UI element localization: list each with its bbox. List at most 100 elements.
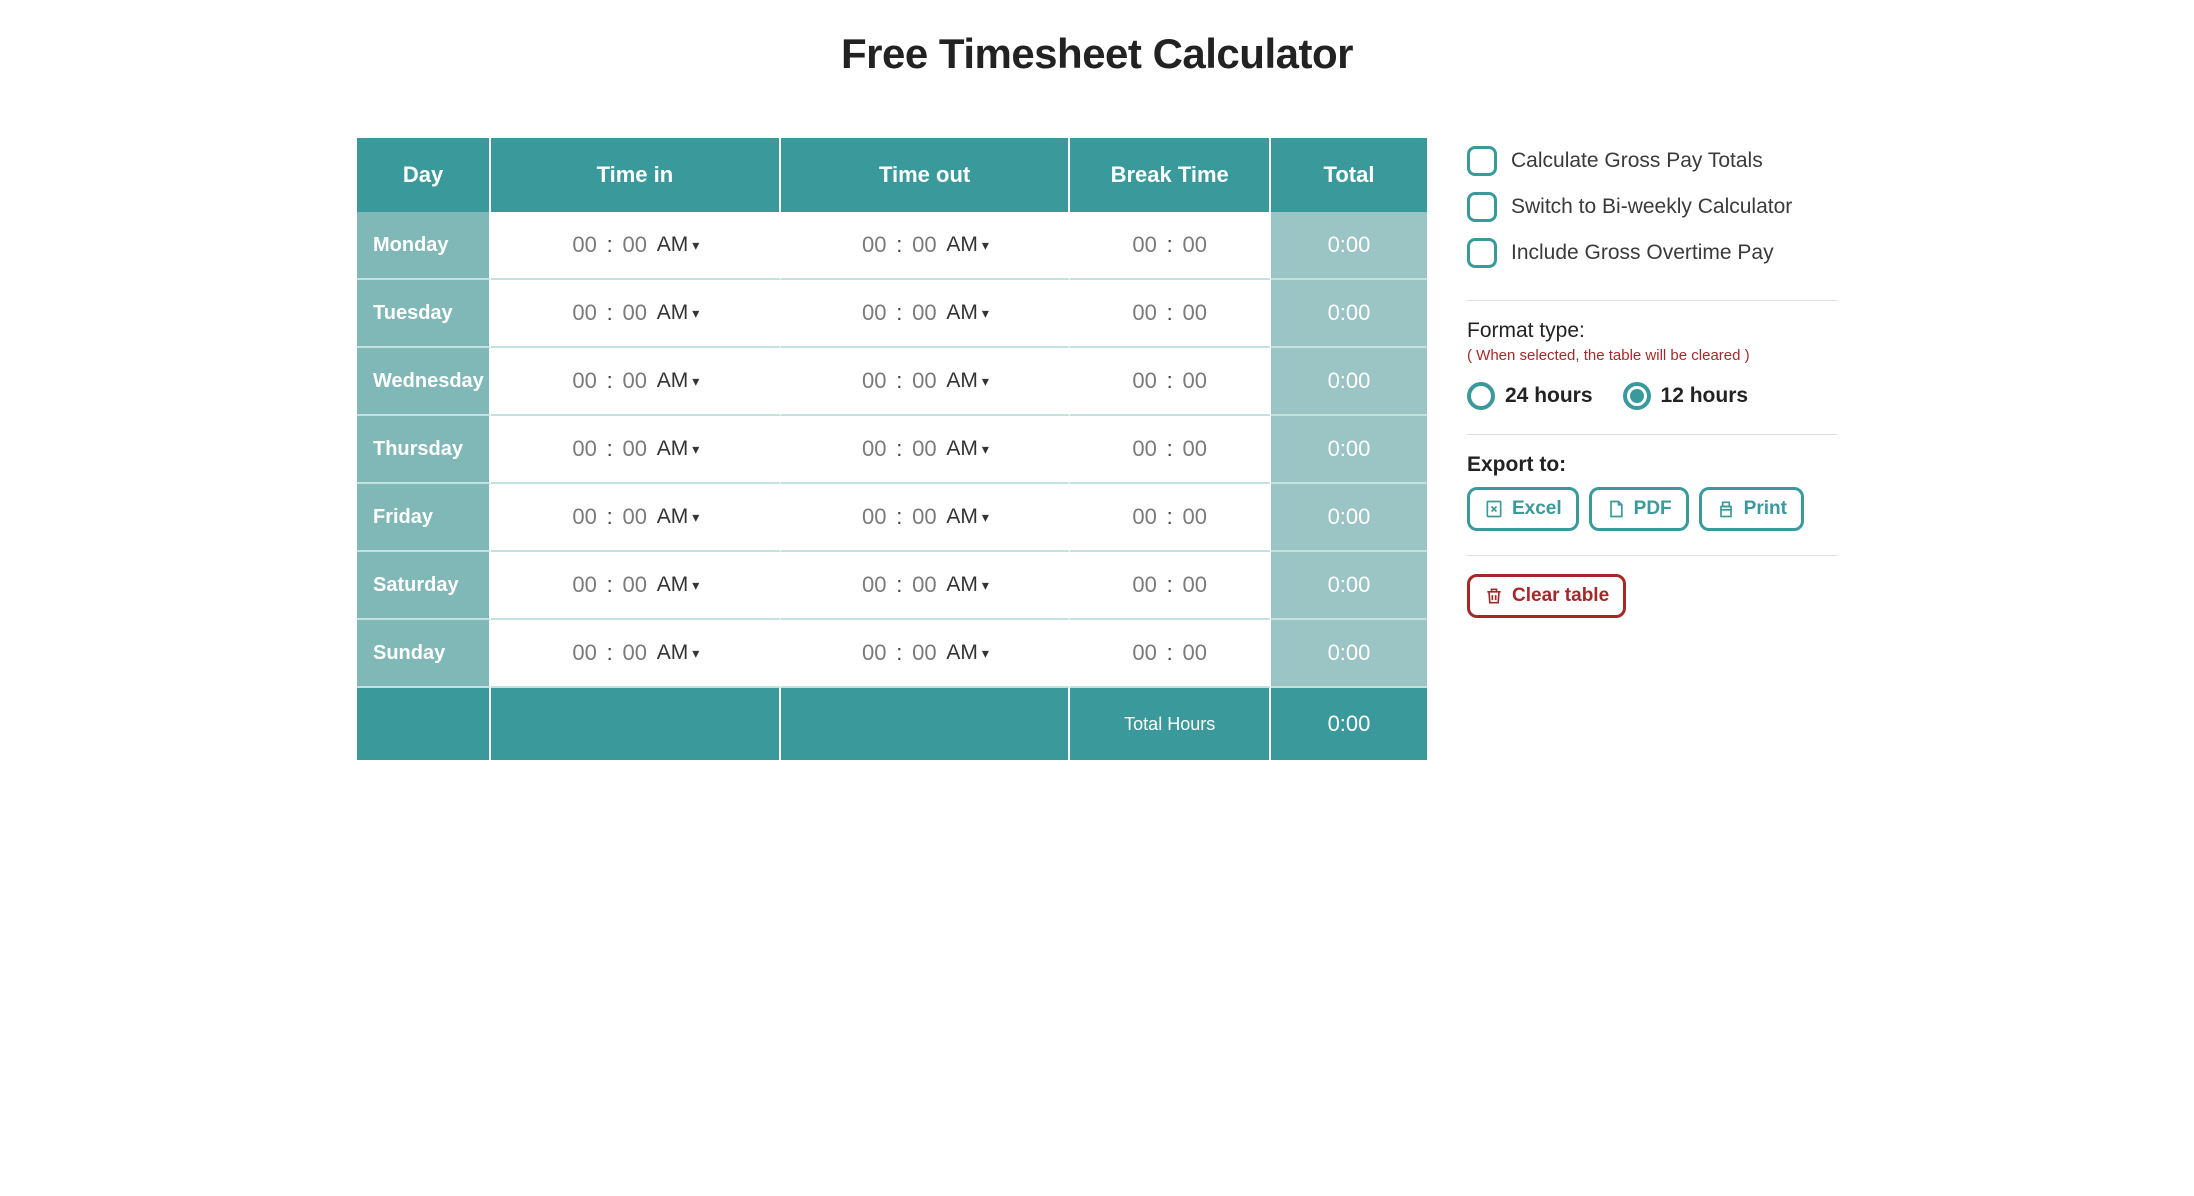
time-out-ampm-select[interactable]: AM▾ — [946, 369, 989, 393]
checkbox-overtime[interactable]: Include Gross Overtime Pay — [1467, 230, 1837, 276]
time-in-ampm-select[interactable]: AM▾ — [657, 437, 700, 461]
colon: : — [1167, 572, 1173, 598]
time-out-hour[interactable]: 00 — [860, 368, 888, 394]
break-minute[interactable]: 00 — [1181, 368, 1209, 394]
break-hour[interactable]: 00 — [1131, 436, 1159, 462]
time-in-ampm-select[interactable]: AM▾ — [657, 301, 700, 325]
radio-24-hours[interactable]: 24 hours — [1467, 382, 1593, 410]
time-out-hour[interactable]: 00 — [860, 504, 888, 530]
time-in-ampm-select[interactable]: AM▾ — [657, 641, 700, 665]
time-in-minute[interactable]: 00 — [621, 300, 649, 326]
divider — [1467, 555, 1837, 556]
time-out-minute[interactable]: 00 — [910, 368, 938, 394]
time-out-ampm-select[interactable]: AM▾ — [946, 641, 989, 665]
time-out-ampm-select[interactable]: AM▾ — [946, 301, 989, 325]
export-excel-button[interactable]: Excel — [1467, 487, 1579, 531]
break-cell: 00:00 — [1070, 212, 1271, 280]
time-out-cell: 00:00AM▾ — [781, 212, 1071, 280]
time-in-minute[interactable]: 00 — [621, 504, 649, 530]
radio-icon — [1467, 382, 1495, 410]
day-name: Monday — [357, 212, 491, 280]
chevron-down-icon: ▾ — [692, 645, 699, 662]
time-out-ampm-select[interactable]: AM▾ — [946, 505, 989, 529]
break-minute[interactable]: 00 — [1181, 436, 1209, 462]
pdf-icon — [1606, 499, 1626, 519]
time-out-hour[interactable]: 00 — [860, 436, 888, 462]
break-hour[interactable]: 00 — [1131, 300, 1159, 326]
time-in-minute[interactable]: 00 — [621, 436, 649, 462]
break-minute[interactable]: 00 — [1181, 232, 1209, 258]
time-in-cell: 00:00AM▾ — [491, 620, 781, 688]
time-out-hour[interactable]: 00 — [860, 232, 888, 258]
button-label: Print — [1744, 498, 1787, 520]
colon: : — [607, 300, 613, 326]
time-in-ampm-select[interactable]: AM▾ — [657, 573, 700, 597]
checkbox-biweekly[interactable]: Switch to Bi-weekly Calculator — [1467, 184, 1837, 230]
time-in-minute[interactable]: 00 — [621, 368, 649, 394]
break-cell: 00:00 — [1070, 620, 1271, 688]
break-cell: 00:00 — [1070, 484, 1271, 552]
time-out-minute[interactable]: 00 — [910, 232, 938, 258]
divider — [1467, 434, 1837, 435]
time-out-ampm-select[interactable]: AM▾ — [946, 573, 989, 597]
time-in-hour[interactable]: 00 — [571, 572, 599, 598]
colon: : — [607, 504, 613, 530]
time-out-minute[interactable]: 00 — [910, 572, 938, 598]
time-in-minute[interactable]: 00 — [621, 232, 649, 258]
break-hour[interactable]: 00 — [1131, 504, 1159, 530]
time-in-ampm-select[interactable]: AM▾ — [657, 505, 700, 529]
time-in-ampm-select[interactable]: AM▾ — [657, 233, 700, 257]
time-out-minute[interactable]: 00 — [910, 436, 938, 462]
time-in-hour[interactable]: 00 — [571, 368, 599, 394]
export-pdf-button[interactable]: PDF — [1589, 487, 1689, 531]
chevron-down-icon: ▾ — [982, 645, 989, 662]
format-note: ( When selected, the table will be clear… — [1467, 347, 1837, 364]
break-hour[interactable]: 00 — [1131, 640, 1159, 666]
radio-12-hours[interactable]: 12 hours — [1623, 382, 1749, 410]
time-in-hour[interactable]: 00 — [571, 504, 599, 530]
break-cell: 00:00 — [1070, 416, 1271, 484]
clear-table-button[interactable]: Clear table — [1467, 574, 1626, 618]
time-in-hour[interactable]: 00 — [571, 232, 599, 258]
break-minute[interactable]: 00 — [1181, 572, 1209, 598]
time-out-hour[interactable]: 00 — [860, 300, 888, 326]
time-in-hour[interactable]: 00 — [571, 300, 599, 326]
row-total: 0:00 — [1271, 552, 1427, 620]
break-minute[interactable]: 00 — [1181, 640, 1209, 666]
time-in-hour[interactable]: 00 — [571, 640, 599, 666]
table-row: Friday00:00AM▾00:00AM▾00:000:00 — [357, 484, 1427, 552]
chevron-down-icon: ▾ — [692, 577, 699, 594]
break-hour[interactable]: 00 — [1131, 572, 1159, 598]
colon: : — [896, 436, 902, 462]
break-hour[interactable]: 00 — [1131, 368, 1159, 394]
break-hour[interactable]: 00 — [1131, 232, 1159, 258]
export-title: Export to: — [1467, 453, 1837, 477]
break-minute[interactable]: 00 — [1181, 300, 1209, 326]
time-in-minute[interactable]: 00 — [621, 640, 649, 666]
time-in-ampm-select[interactable]: AM▾ — [657, 369, 700, 393]
break-minute[interactable]: 00 — [1181, 504, 1209, 530]
time-out-ampm-select[interactable]: AM▾ — [946, 437, 989, 461]
time-in-cell: 00:00AM▾ — [491, 416, 781, 484]
time-out-minute[interactable]: 00 — [910, 300, 938, 326]
colon: : — [1167, 368, 1173, 394]
total-hours-label: Total Hours — [1070, 688, 1271, 760]
time-in-minute[interactable]: 00 — [621, 572, 649, 598]
timesheet-table: Day Time in Time out Break Time Total Mo… — [357, 138, 1427, 760]
colon: : — [607, 368, 613, 394]
colon: : — [896, 640, 902, 666]
colon: : — [1167, 436, 1173, 462]
checkbox-gross-pay[interactable]: Calculate Gross Pay Totals — [1467, 138, 1837, 184]
time-in-hour[interactable]: 00 — [571, 436, 599, 462]
time-out-minute[interactable]: 00 — [910, 640, 938, 666]
colon: : — [607, 232, 613, 258]
time-out-hour[interactable]: 00 — [860, 572, 888, 598]
checkbox-icon — [1467, 238, 1497, 268]
time-out-minute[interactable]: 00 — [910, 504, 938, 530]
chevron-down-icon: ▾ — [982, 373, 989, 390]
time-out-hour[interactable]: 00 — [860, 640, 888, 666]
export-print-button[interactable]: Print — [1699, 487, 1804, 531]
day-name: Sunday — [357, 620, 491, 688]
divider — [1467, 300, 1837, 301]
time-out-ampm-select[interactable]: AM▾ — [946, 233, 989, 257]
